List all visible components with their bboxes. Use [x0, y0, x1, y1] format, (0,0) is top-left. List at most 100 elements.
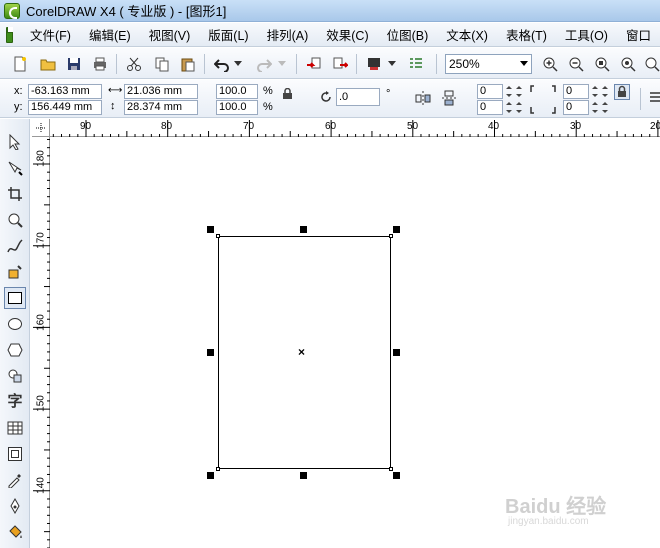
wrap-text-icon[interactable] — [648, 89, 660, 107]
import-icon[interactable] — [304, 54, 324, 74]
selection-handle-bottom[interactable] — [300, 472, 307, 479]
smart-fill-tool-icon[interactable] — [4, 261, 26, 283]
ruler-origin-icon[interactable] — [32, 119, 50, 137]
title-bar: CorelDRAW X4 ( 专业版 ) - [图形1] — [0, 0, 660, 22]
crop-tool-icon[interactable] — [4, 183, 26, 205]
rotation-angle-field[interactable]: .0 — [336, 88, 380, 106]
application-launcher-dropdown-icon[interactable] — [386, 54, 398, 74]
ruler-label: 180 — [35, 150, 47, 167]
chevron-down-icon[interactable] — [520, 61, 528, 66]
outline-pen-tool-icon[interactable] — [4, 495, 26, 517]
undo-dropdown-icon[interactable] — [232, 54, 244, 74]
corner-node[interactable] — [389, 234, 393, 238]
menu-tools[interactable]: 工具(O) — [556, 25, 617, 44]
corner-radius-bottom-right-spinner-2[interactable] — [601, 100, 610, 115]
corner-radius-bottom-right-field[interactable]: 0 — [563, 100, 589, 115]
undo-icon[interactable] — [212, 54, 232, 74]
application-launcher-icon[interactable] — [364, 54, 384, 74]
corner-lock-icon[interactable] — [614, 84, 630, 100]
ruler-label: 40 — [488, 121, 500, 132]
corner-radius-top-right-field[interactable]: 0 — [563, 84, 589, 99]
selection-handle-bottom-right[interactable] — [393, 472, 400, 479]
zoom-in-icon[interactable] — [540, 54, 560, 74]
print-icon[interactable] — [90, 54, 110, 74]
basic-shapes-tool-icon[interactable] — [4, 365, 26, 387]
cut-icon[interactable] — [124, 54, 144, 74]
corner-node[interactable] — [389, 467, 393, 471]
selection-handle-right[interactable] — [393, 349, 400, 356]
selection-handle-top[interactable] — [300, 226, 307, 233]
coreldraw-app-icon[interactable] — [4, 2, 20, 19]
redo-dropdown-icon[interactable] — [276, 54, 288, 74]
fill-tool-icon[interactable] — [4, 521, 26, 543]
table-tool-icon[interactable] — [4, 417, 26, 439]
ruler-label: 50 — [407, 121, 419, 132]
polygon-tool-icon[interactable] — [4, 339, 26, 361]
rotation-center-icon[interactable]: × — [298, 346, 305, 358]
x-position-field[interactable]: -63.163 mm — [28, 84, 102, 99]
selection-handle-left[interactable] — [207, 349, 214, 356]
text-tool-icon[interactable]: 字 — [4, 389, 26, 411]
lock-ratio-icon[interactable] — [282, 87, 293, 100]
menu-bitmaps[interactable]: 位图(B) — [378, 25, 438, 44]
horizontal-ruler[interactable] — [32, 119, 660, 137]
menu-layout[interactable]: 版面(L) — [199, 25, 257, 44]
corner-radius-top-left-field[interactable]: 0 — [477, 84, 503, 99]
menu-text[interactable]: 文本(X) — [437, 25, 497, 44]
corner-radius-top-right-spinner[interactable] — [591, 84, 600, 99]
pick-tool-icon[interactable] — [4, 131, 26, 153]
menu-window[interactable]: 窗口 — [617, 25, 660, 44]
menu-table[interactable]: 表格(T) — [497, 25, 556, 44]
menu-edit[interactable]: 编辑(E) — [80, 25, 140, 44]
zoom-out-icon[interactable] — [566, 54, 586, 74]
corner-radius-top-right-spinner-2[interactable] — [601, 84, 610, 99]
freehand-tool-icon[interactable] — [4, 235, 26, 257]
menu-effects[interactable]: 效果(C) — [317, 25, 377, 44]
interactive-contour-tool-icon[interactable] — [4, 443, 26, 465]
zoom-level-select[interactable]: 250% — [445, 54, 532, 74]
scale-y-field[interactable]: 100.0 — [216, 100, 258, 115]
new-document-icon[interactable] — [10, 54, 30, 74]
corner-node[interactable] — [216, 234, 220, 238]
menu-file[interactable]: 文件(F) — [21, 25, 80, 44]
welcome-screen-icon[interactable] — [406, 54, 426, 74]
selection-handle-bottom-left[interactable] — [207, 472, 214, 479]
open-icon[interactable] — [38, 54, 58, 74]
ellipse-tool-icon[interactable] — [4, 313, 26, 335]
ruler-label: 70 — [243, 121, 255, 132]
selection-handle-top-right[interactable] — [393, 226, 400, 233]
corner-radius-bottom-left-spinner[interactable] — [505, 100, 514, 115]
corner-radius-bottom-left-field[interactable]: 0 — [477, 100, 503, 115]
corner-radius-top-left-spinner-2[interactable] — [515, 84, 524, 99]
zoom-tool-icon[interactable] — [4, 209, 26, 231]
zoom-to-page-icon[interactable] — [592, 54, 612, 74]
copy-icon[interactable] — [152, 54, 172, 74]
window-title: CorelDRAW X4 ( 专业版 ) - [图形1] — [26, 4, 227, 19]
eyedropper-tool-icon[interactable] — [4, 469, 26, 491]
redo-icon[interactable] — [254, 54, 274, 74]
selection-handle-top-left[interactable] — [207, 226, 214, 233]
scale-x-field[interactable]: 100.0 — [216, 84, 258, 99]
zoom-to-selection-icon[interactable] — [618, 54, 638, 74]
document-icon[interactable] — [6, 26, 13, 43]
rectangle-tool-icon[interactable] — [4, 287, 26, 309]
paste-icon[interactable] — [178, 54, 198, 74]
corner-node[interactable] — [216, 467, 220, 471]
menu-bar: 文件(F) 编辑(E) 视图(V) 版面(L) 排列(A) 效果(C) 位图(B… — [0, 23, 660, 47]
menu-arrange[interactable]: 排列(A) — [258, 25, 318, 44]
corner-radius-bottom-right-spinner[interactable] — [591, 100, 600, 115]
ruler-label: 170 — [35, 232, 47, 249]
menu-view[interactable]: 视图(V) — [140, 25, 200, 44]
shape-tool-icon[interactable] — [4, 157, 26, 179]
mirror-vertical-icon[interactable] — [440, 89, 458, 107]
y-position-field[interactable]: 156.449 mm — [28, 100, 102, 115]
mirror-horizontal-icon[interactable] — [414, 89, 432, 107]
corner-radius-top-left-spinner[interactable] — [505, 84, 514, 99]
save-icon[interactable] — [64, 54, 84, 74]
x-position-label: x: — [14, 85, 23, 97]
object-width-field[interactable]: 21.036 mm — [124, 84, 198, 99]
export-icon[interactable] — [330, 54, 350, 74]
zoom-to-page-width-icon[interactable] — [642, 54, 660, 74]
object-height-field[interactable]: 28.374 mm — [124, 100, 198, 115]
corner-radius-bottom-left-spinner-2[interactable] — [515, 100, 524, 115]
